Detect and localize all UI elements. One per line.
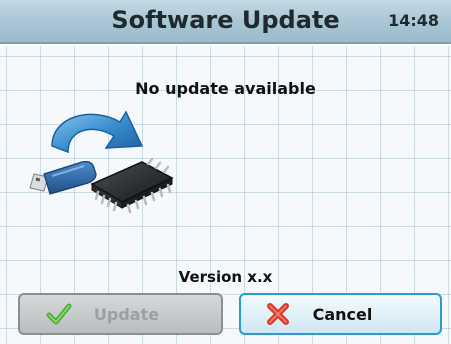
arrow-shape <box>51 110 144 154</box>
checkmark-icon <box>46 303 72 325</box>
cancel-button-label: Cancel <box>312 304 373 324</box>
update-status-text: No update available <box>135 79 316 98</box>
usb-stick <box>29 161 97 195</box>
version-text: Version x.x <box>178 268 273 286</box>
update-button[interactable]: Update <box>18 293 223 335</box>
cancel-button[interactable]: Cancel <box>239 293 442 335</box>
clock: 14:48 <box>388 11 439 30</box>
x-icon <box>266 303 289 325</box>
window-title: Software Update <box>111 6 340 34</box>
update-button-label: Update <box>93 304 160 324</box>
chip <box>90 157 174 214</box>
title-bar: Software Update 14:48 <box>0 0 451 44</box>
usb-to-chip-update-icon <box>29 110 174 214</box>
